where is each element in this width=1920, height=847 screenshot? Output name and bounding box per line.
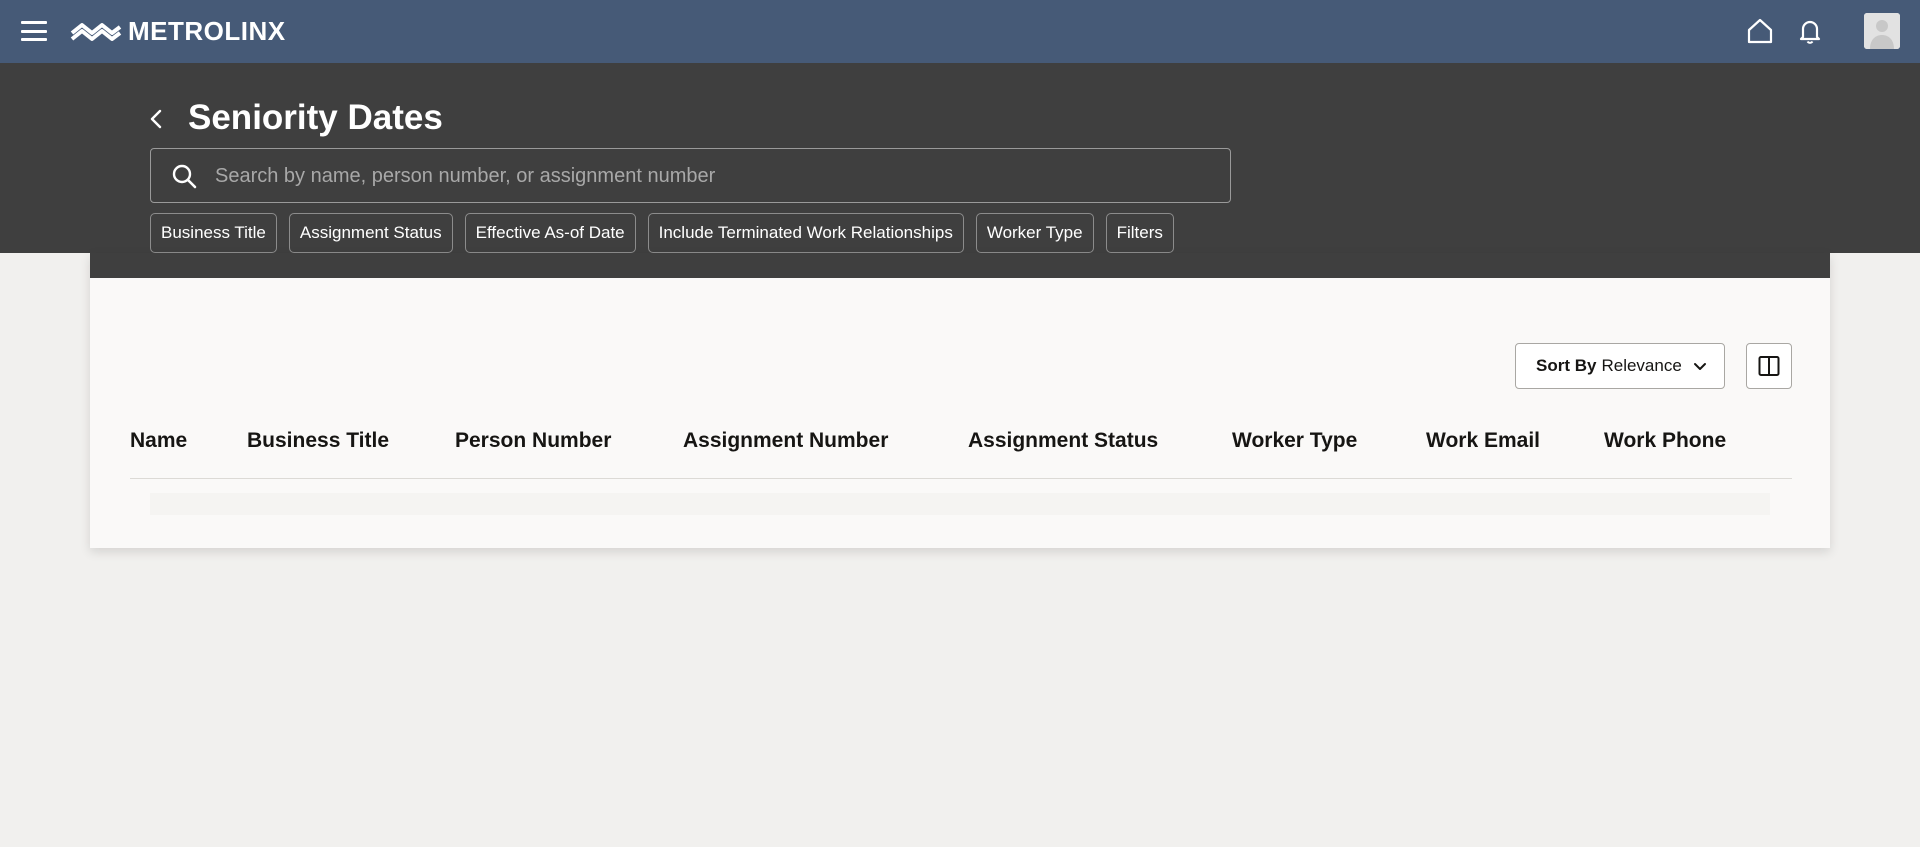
column-header-worker-type[interactable]: Worker Type [1232,429,1357,453]
column-header-assignment-status[interactable]: Assignment Status [968,429,1158,453]
sort-by-dropdown[interactable]: Sort By Relevance [1515,343,1725,389]
sort-by-label: Sort By [1536,356,1597,375]
page-header: Seniority Dates Business Title Assignmen… [0,63,1920,253]
metrolinx-logo[interactable]: METROLINX [70,14,286,48]
top-navigation-bar: METROLINX [0,0,1920,63]
avatar[interactable] [1864,13,1900,49]
table-body-empty [150,493,1770,515]
sort-by-value: Relevance [1601,356,1682,375]
bell-icon[interactable] [1793,14,1827,48]
page-title: Seniority Dates [188,98,443,137]
back-button[interactable] [143,99,169,139]
chip-filters[interactable]: Filters [1105,213,1174,253]
column-header-work-phone[interactable]: Work Phone [1604,429,1726,453]
results-card: Sort By Relevance Name Business Title Pe… [90,253,1830,548]
chip-effective-as-of-date[interactable]: Effective As-of Date [464,213,636,253]
column-header-name[interactable]: Name [130,429,187,453]
table-header: Name Business Title Person Number Assign… [130,413,1792,479]
chip-include-terminated[interactable]: Include Terminated Work Relationships [647,213,964,253]
chip-worker-type[interactable]: Worker Type [975,213,1094,253]
chip-assignment-status[interactable]: Assignment Status [288,213,453,253]
column-header-person-number[interactable]: Person Number [455,429,611,453]
filter-chips: Business Title Assignment Status Effecti… [150,213,1174,253]
chevron-left-icon [150,109,162,129]
chevron-down-icon [1694,363,1706,370]
logo-mark-icon [70,23,122,41]
column-header-business-title[interactable]: Business Title [247,429,389,453]
hamburger-menu-icon[interactable] [20,19,48,43]
column-header-assignment-number[interactable]: Assignment Number [683,429,888,453]
search-input[interactable] [215,157,1215,195]
column-header-work-email[interactable]: Work Email [1426,429,1540,453]
card-header-band [90,253,1830,278]
home-icon[interactable] [1743,14,1777,48]
chip-business-title[interactable]: Business Title [150,213,277,253]
search-bar[interactable] [150,148,1231,203]
column-layout-button[interactable] [1746,343,1792,389]
logo-text: METROLINX [128,15,286,46]
columns-icon [1758,356,1780,376]
search-icon [172,164,197,189]
